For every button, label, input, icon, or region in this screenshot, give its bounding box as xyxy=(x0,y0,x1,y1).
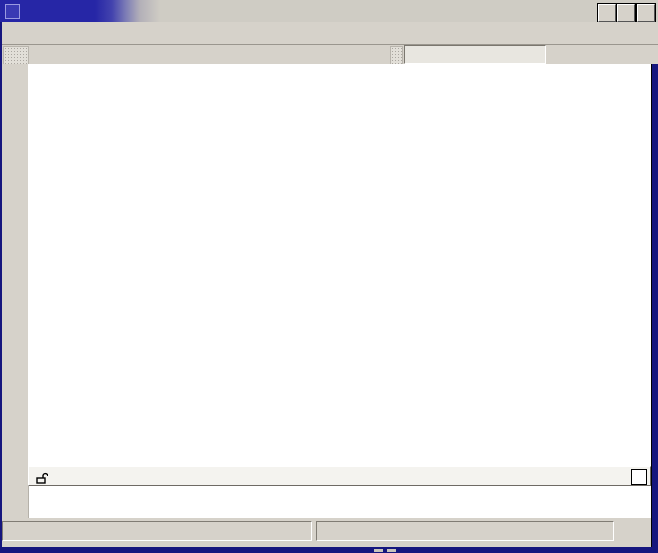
memory-usage-panel xyxy=(2,521,312,541)
close-button[interactable] xyxy=(637,4,655,22)
window-frame-right xyxy=(651,64,658,553)
resize-grip[interactable] xyxy=(374,549,383,552)
time-select-dropdown[interactable] xyxy=(404,45,546,64)
legend-bar[interactable] xyxy=(28,466,651,486)
toolbar-grip-right[interactable] xyxy=(390,46,403,65)
tool-bar xyxy=(0,45,658,64)
title-bar[interactable] xyxy=(0,0,658,22)
window-frame-left xyxy=(0,22,2,553)
minimize-button[interactable] xyxy=(598,4,616,22)
view-side-toolbar xyxy=(0,64,29,518)
status-bar xyxy=(0,518,658,547)
left-filler xyxy=(0,466,28,518)
app-icon xyxy=(5,4,20,19)
map-display[interactable] xyxy=(28,64,651,466)
idv-window xyxy=(0,0,658,553)
legend-empty-area xyxy=(28,486,652,518)
resize-grip[interactable] xyxy=(387,549,396,552)
status-message-panel xyxy=(316,521,614,541)
toolbar-grip-left[interactable] xyxy=(3,46,29,65)
menu-bar xyxy=(0,22,658,45)
window-frame-bottom xyxy=(0,547,658,553)
maximize-button[interactable] xyxy=(617,4,635,22)
pointer-arrow-button[interactable] xyxy=(631,469,647,485)
